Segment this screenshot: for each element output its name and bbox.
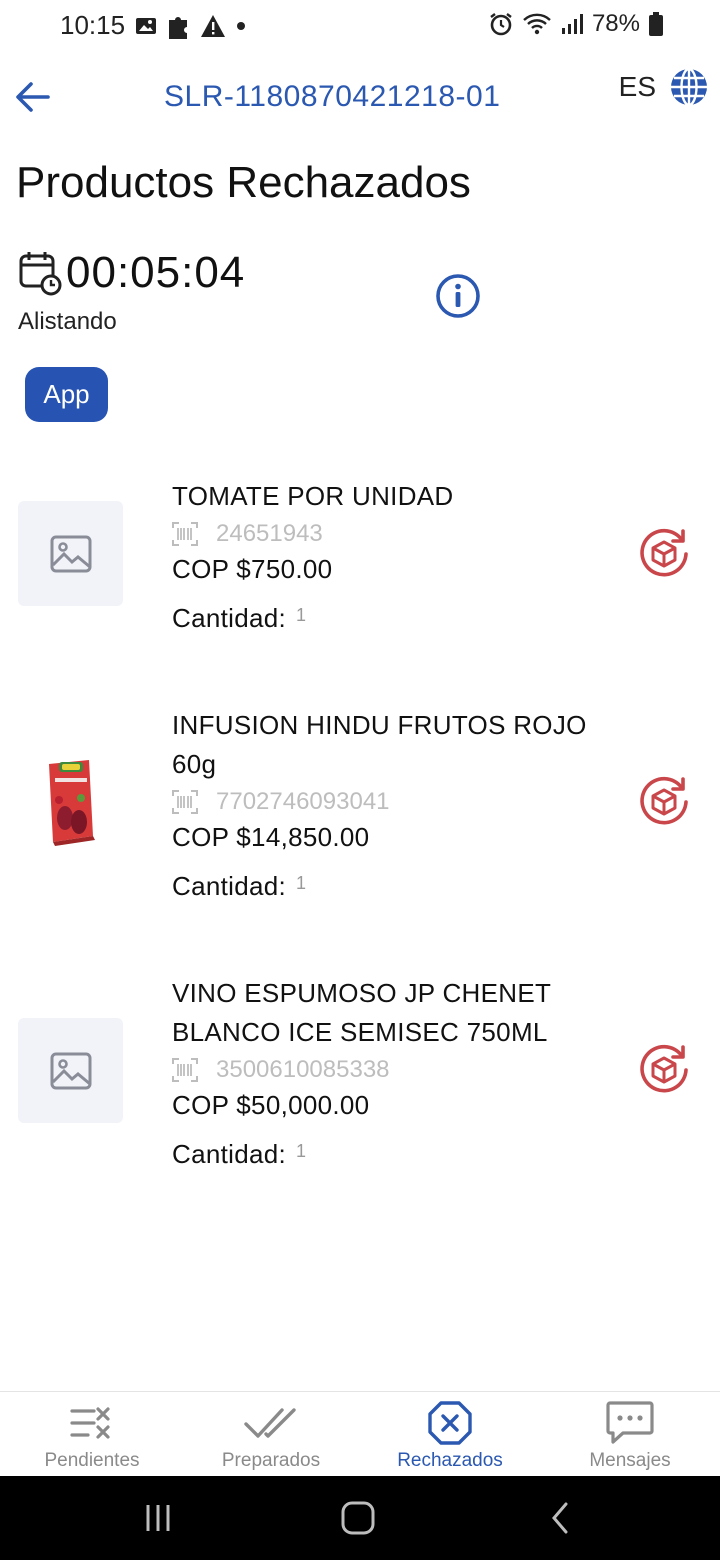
product-price: COP $750.00: [172, 554, 333, 584]
product-price: COP $50,000.00: [172, 1090, 370, 1120]
product-code: 24651943: [216, 520, 323, 547]
signal-icon: [561, 14, 583, 34]
image-placeholder-icon: [50, 1052, 91, 1089]
product-info: VINO ESPUMOSO JP CHENET BLANCO ICE SEMIS…: [172, 974, 612, 1170]
info-icon: [436, 274, 480, 318]
product-image: [18, 748, 123, 853]
restore-product-button[interactable]: [636, 526, 692, 582]
status-system-icons: 78%: [488, 10, 664, 38]
restore-product-button[interactable]: [636, 1042, 692, 1098]
product-info: INFUSION HINDU FRUTOS ROJO 60g 770274609…: [172, 706, 612, 902]
wifi-icon: [523, 13, 551, 35]
tea-box-image: [48, 759, 95, 846]
quantity-label: Cantidad:: [172, 871, 286, 901]
image-icon: [136, 18, 156, 34]
rejected-x-icon: [427, 1400, 473, 1446]
calendar-clock-icon: [19, 252, 62, 296]
back-button[interactable]: [10, 74, 56, 120]
nav-tab-pendientes[interactable]: Pendientes: [2, 1392, 182, 1477]
nav-tab-mensajes[interactable]: Mensajes: [540, 1392, 720, 1477]
system-back-button[interactable]: [540, 1498, 580, 1538]
restore-product-button[interactable]: [636, 774, 692, 830]
alarm-icon: [490, 13, 512, 36]
system-navigation-bar: [0, 1476, 720, 1560]
home-button[interactable]: [338, 1498, 378, 1538]
language-code: ES: [618, 71, 656, 102]
product-name: TOMATE POR UNIDAD: [172, 481, 454, 511]
globe-icon: [671, 67, 707, 107]
nav-tab-preparados[interactable]: Preparados: [181, 1392, 361, 1477]
recent-apps-button[interactable]: [138, 1498, 178, 1538]
chevron-left-icon: [552, 1502, 568, 1534]
double-check-icon: [244, 1400, 298, 1446]
image-placeholder-icon: [50, 535, 91, 572]
product-code: 7702746093041: [216, 788, 390, 815]
status-bar: 10:15 78%: [0, 0, 720, 52]
product-code-row: 24651943: [172, 520, 612, 548]
warning-icon: [201, 15, 225, 37]
page-title: Productos Rechazados: [16, 158, 471, 207]
puzzle-icon: [169, 17, 187, 39]
product-name: INFUSION HINDU FRUTOS ROJO 60g: [172, 710, 587, 779]
product-image-placeholder: [18, 1018, 123, 1123]
nav-label: Mensajes: [589, 1450, 671, 1471]
quantity-label: Cantidad:: [172, 1139, 286, 1169]
battery-percent: 78%: [591, 10, 640, 37]
bottom-nav: Pendientes Preparados Rechazados Mensaje…: [0, 1391, 720, 1476]
info-button[interactable]: [434, 272, 482, 320]
product-info: TOMATE POR UNIDAD 24651943 COP $750.00 C…: [172, 477, 612, 634]
product-name: VINO ESPUMOSO JP CHENET BLANCO ICE SEMIS…: [172, 978, 551, 1047]
status-time: 10:15: [60, 10, 126, 40]
source-badge: App: [25, 367, 108, 422]
home-icon: [341, 1501, 375, 1535]
arrow-left-icon: [16, 82, 50, 112]
product-code-row: 7702746093041: [172, 788, 612, 816]
dot-icon: [237, 22, 245, 30]
chat-icon: [605, 1400, 655, 1446]
status-notification-icons: [134, 12, 248, 40]
barcode-icon: [172, 522, 198, 546]
cube-refresh-icon: [640, 1044, 688, 1093]
order-status: Alistando: [18, 308, 117, 335]
quantity-value: 1: [296, 1141, 307, 1161]
app-header: SLR-1180870421218-01 ES: [0, 60, 720, 140]
order-id: SLR-1180870421218-01: [164, 80, 501, 113]
product-code: 3500610085338: [216, 1056, 390, 1083]
language-selector[interactable]: ES: [619, 66, 710, 108]
product-quantity: Cantidad: 1: [172, 603, 612, 634]
product-code-row: 3500610085338: [172, 1056, 612, 1084]
cube-refresh-icon: [640, 776, 688, 825]
barcode-icon: [172, 1058, 198, 1082]
product-price: COP $14,850.00: [172, 822, 370, 852]
product-quantity: Cantidad: 1: [172, 1139, 612, 1170]
nav-label: Rechazados: [397, 1450, 503, 1471]
nav-label: Pendientes: [44, 1450, 140, 1471]
quantity-value: 1: [296, 873, 307, 893]
barcode-icon: [172, 790, 198, 814]
quantity-label: Cantidad:: [172, 603, 286, 633]
recent-apps-icon: [146, 1505, 170, 1531]
battery-icon: [649, 12, 663, 36]
nav-label: Preparados: [221, 1450, 321, 1471]
product-image-placeholder: [18, 501, 123, 606]
cube-refresh-icon: [640, 528, 688, 577]
pending-list-icon: [68, 1400, 116, 1446]
quantity-value: 1: [296, 605, 307, 625]
product-quantity: Cantidad: 1: [172, 871, 612, 902]
timer-value: 00:05:04: [66, 248, 246, 297]
nav-tab-rechazados[interactable]: Rechazados: [360, 1392, 540, 1477]
timer: 00:05:04: [18, 248, 245, 298]
